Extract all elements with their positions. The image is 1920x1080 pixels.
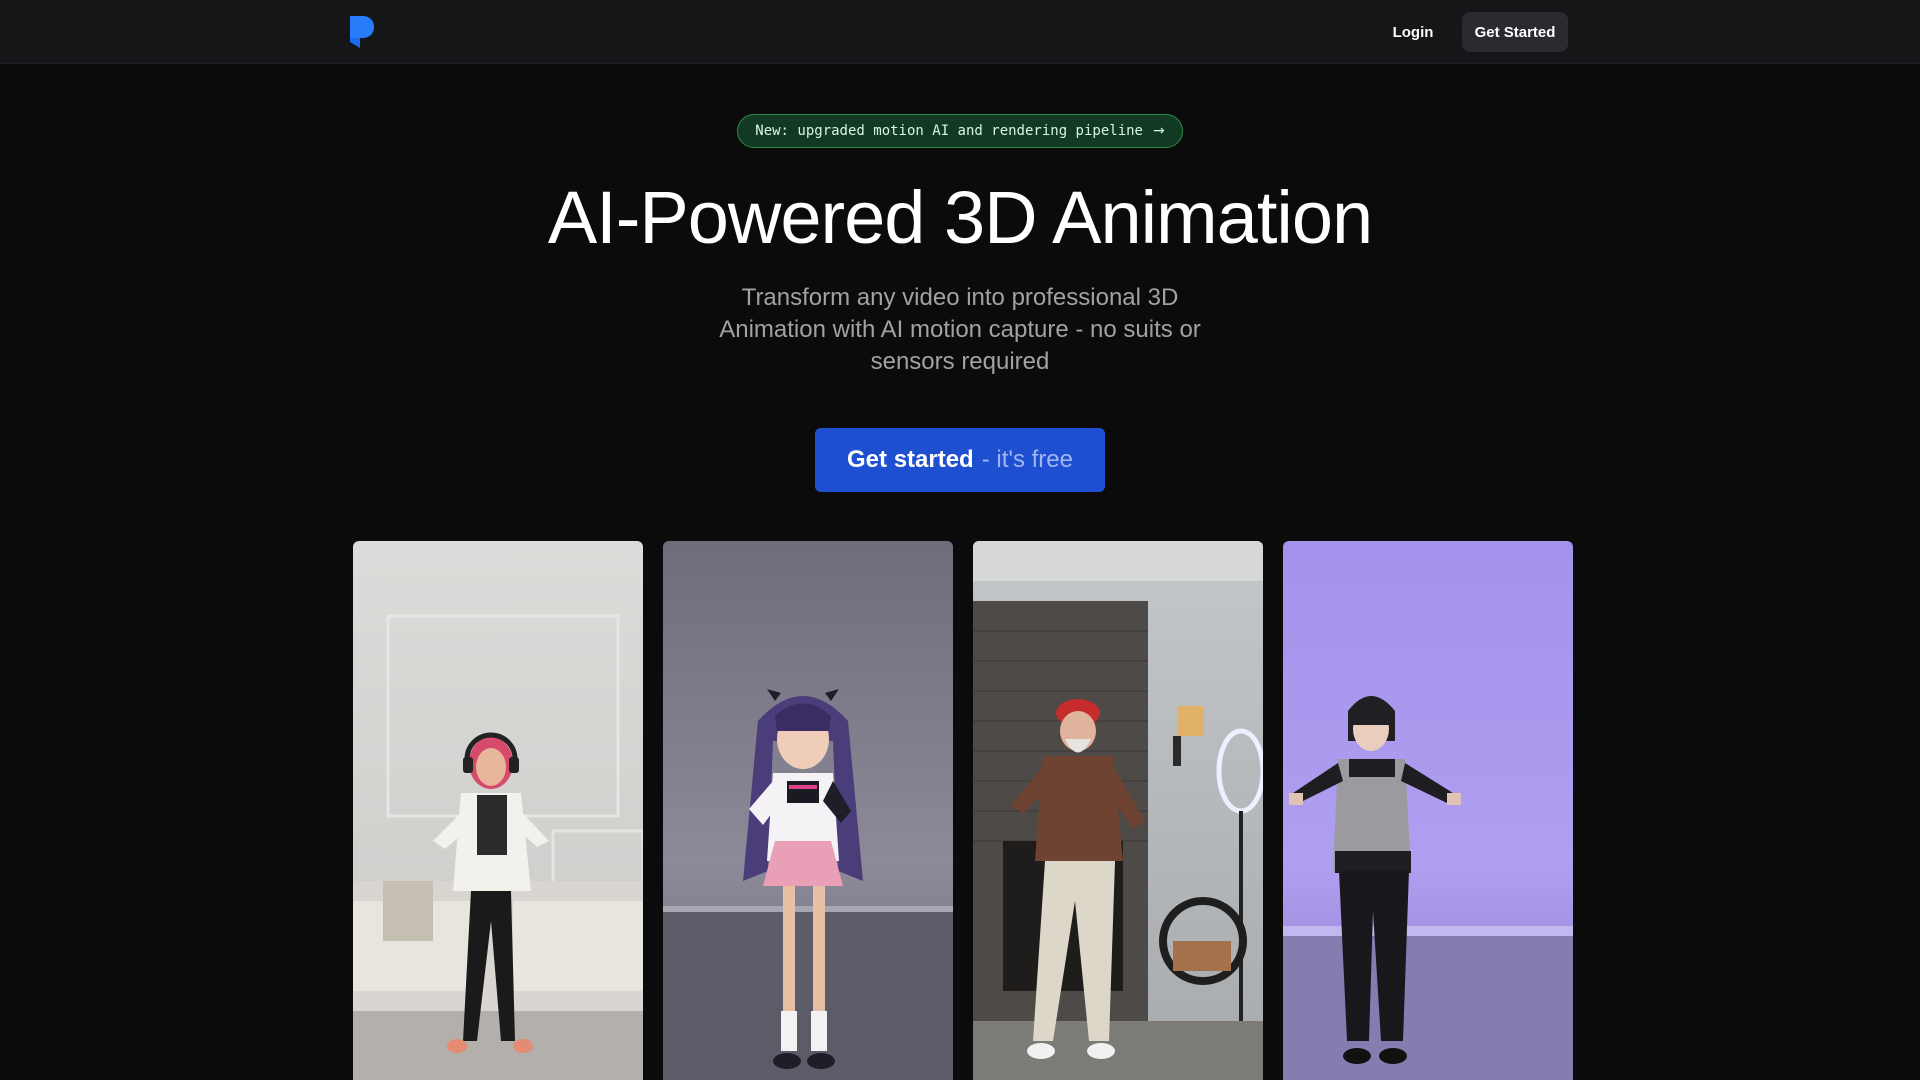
gallery-card-anime-boy[interactable] [1283,541,1573,1080]
hero-get-started-button[interactable]: Get started - it's free [815,428,1105,492]
anime-girl-render [663,541,953,1080]
hero-cta-label: Get started [847,446,974,473]
gallery-card-anime-girl[interactable] [663,541,953,1080]
hero-subtitle: Transform any video into professional 3D… [719,284,1201,375]
hero-title: AI-Powered 3D Animation [547,176,1373,259]
top-navbar: Login Get Started [0,0,1920,64]
arrow-right-icon: → [1153,123,1165,139]
announcement-text: New: upgraded motion AI and rendering pi… [755,123,1143,139]
showcase-gallery [353,541,1573,1080]
gallery-card-woman-dancing[interactable] [353,541,643,1080]
nav-get-started-button[interactable]: Get Started [1462,12,1568,52]
anime-boy-render [1283,541,1573,1080]
gallery-card-man-dancing[interactable] [973,541,1263,1080]
announcement-badge[interactable]: New: upgraded motion AI and rendering pi… [737,114,1183,148]
man-dancing-video-frame [973,541,1263,1080]
hero-cta-sublabel: - it's free [981,446,1073,473]
login-link[interactable]: Login [1376,12,1450,52]
woman-dancing-video-frame [353,541,643,1080]
brand-logo-icon[interactable] [348,14,376,50]
